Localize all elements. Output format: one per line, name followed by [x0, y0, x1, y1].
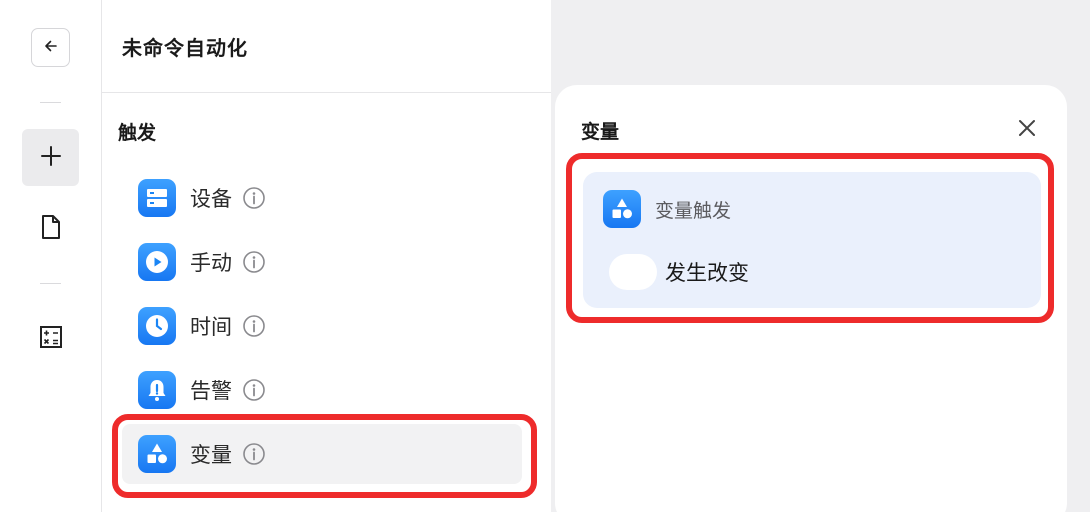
trigger-item-alarm[interactable]: 告警: [122, 360, 522, 420]
trigger-item-label: 手动: [190, 251, 232, 275]
trigger-item-label: 变量: [190, 443, 232, 467]
info-icon[interactable]: [242, 442, 266, 466]
option-label: 发生改变: [665, 261, 749, 285]
document-button[interactable]: [36, 214, 66, 244]
card-header: 变量触发: [603, 190, 731, 228]
variable-shapes-icon: [603, 190, 641, 228]
play-icon: [138, 243, 176, 281]
trigger-item-time[interactable]: 时间: [122, 296, 522, 356]
add-button[interactable]: [22, 129, 79, 186]
document-icon: [40, 214, 62, 244]
trigger-item-manual[interactable]: 手动: [122, 232, 522, 292]
trigger-item-variable[interactable]: 变量: [122, 424, 522, 484]
info-icon[interactable]: [242, 314, 266, 338]
back-button[interactable]: [31, 28, 70, 67]
change-toggle[interactable]: [609, 254, 657, 290]
trigger-item-label: 时间: [190, 315, 232, 339]
rail-divider: [40, 102, 61, 103]
trigger-item-label: 设备: [190, 187, 232, 211]
arrow-left-icon: [43, 38, 59, 58]
alarm-bell-icon: [138, 371, 176, 409]
clock-icon: [138, 307, 176, 345]
variable-trigger-card: 变量触发 发生改变: [583, 172, 1041, 308]
card-title: 变量触发: [655, 199, 732, 222]
trigger-item-label: 告警: [190, 379, 232, 403]
calculator-icon: [39, 325, 63, 353]
info-icon[interactable]: [242, 186, 266, 210]
drawer-title: 变量: [581, 121, 620, 143]
variable-shapes-icon: [138, 435, 176, 473]
option-row: 发生改变: [609, 254, 749, 290]
device-server-icon: [138, 179, 176, 217]
calculator-button[interactable]: [36, 324, 66, 354]
section-title: 触发: [118, 122, 157, 144]
panel-header: 未命令自动化: [102, 0, 551, 93]
plus-icon: [40, 145, 62, 171]
close-icon: [1018, 119, 1036, 141]
variable-drawer: 变量 变量触发 发生改变: [555, 85, 1067, 512]
close-button[interactable]: [1014, 117, 1040, 143]
trigger-item-device[interactable]: 设备: [122, 168, 522, 228]
rail-divider: [40, 283, 61, 284]
trigger-panel: 未命令自动化 触发 设备 手动 时间 告警 变量: [102, 0, 551, 512]
left-rail: [0, 0, 102, 512]
info-icon[interactable]: [242, 378, 266, 402]
page-title: 未命令自动化: [122, 35, 248, 60]
info-icon[interactable]: [242, 250, 266, 274]
